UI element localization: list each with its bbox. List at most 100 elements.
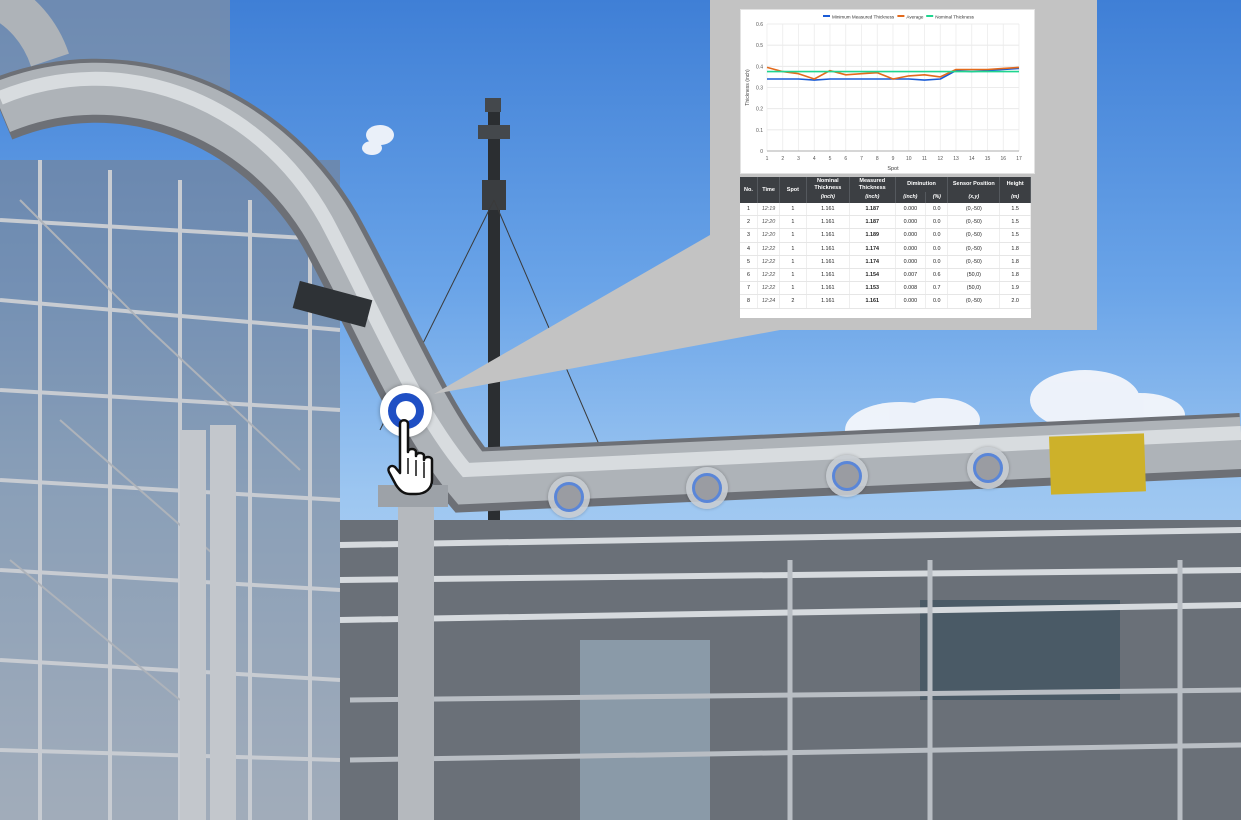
cell-time: 12:24 — [757, 294, 781, 309]
x-tick-label: 8 — [876, 156, 879, 162]
cell-measured: 1.161 — [849, 294, 896, 309]
cell-no: 8 — [740, 294, 758, 309]
measurement-table: No. Time Spot Nominal Thickness Measured… — [740, 177, 1031, 309]
sensor-marker[interactable] — [686, 467, 728, 509]
col-measured-thickness: Measured Thickness — [849, 177, 896, 192]
cell-position: (0,-50) — [947, 203, 1001, 217]
cell-spot: 2 — [779, 294, 807, 309]
unit-diminution-inch: (inch) — [895, 192, 927, 203]
table-header-row: No. Time Spot Nominal Thickness Measured… — [740, 177, 1031, 203]
cell-spot: 1 — [779, 255, 807, 269]
cell-dim-inch: 0.000 — [895, 228, 927, 243]
cell-dim-inch: 0.000 — [895, 203, 927, 217]
y-tick-label: 0.2 — [756, 107, 763, 113]
col-time: Time — [757, 177, 781, 203]
cell-no: 3 — [740, 228, 758, 243]
cell-dim-inch: 0.000 — [895, 242, 927, 256]
cell-time: 12:22 — [757, 281, 781, 296]
table-row: 7 12:22 1 1.161 1.153 0.008 0.7 (50,0) 1… — [740, 281, 1031, 296]
unit-sensor-position: (x,y) — [947, 192, 1001, 203]
cell-no: 1 — [740, 203, 758, 217]
cell-measured: 1.174 — [849, 242, 896, 256]
thickness-chart-card: 0 0.1 0.2 0.3 0.4 0.5 0.6 1 2 3 4 5 6 7 8 9 10 11 12 13 14 15… — [740, 9, 1035, 174]
sensor-marker[interactable] — [548, 476, 590, 518]
cell-dim-pct: 0.0 — [925, 203, 949, 217]
cell-measured: 1.153 — [849, 281, 896, 296]
sensor-marker[interactable] — [826, 455, 868, 497]
legend-label: Minimum Measured Thickness — [832, 15, 895, 20]
sensor-ring-icon — [692, 473, 722, 503]
x-tick-label: 10 — [906, 156, 912, 162]
cell-dim-pct: 0.7 — [925, 281, 949, 296]
cell-spot: 1 — [779, 228, 807, 243]
cell-nominal: 1.161 — [806, 215, 851, 230]
unit-height: (m) — [999, 192, 1031, 203]
cell-measured: 1.154 — [849, 268, 896, 283]
cell-height: 1.9 — [999, 281, 1031, 296]
cell-measured: 1.189 — [849, 228, 896, 243]
cell-no: 2 — [740, 215, 758, 230]
legend-swatch — [897, 15, 905, 17]
cell-no: 6 — [740, 268, 758, 283]
cell-position: (0,-50) — [947, 215, 1001, 230]
x-tick-label: 15 — [985, 156, 991, 162]
cell-height: 1.5 — [999, 215, 1031, 230]
cell-dim-inch: 0.007 — [895, 268, 927, 283]
y-tick-label: 0.3 — [756, 86, 763, 92]
sensor-ring-icon — [554, 482, 584, 512]
x-tick-label: 4 — [813, 156, 816, 162]
cell-spot: 1 — [779, 268, 807, 283]
cell-time: 12:20 — [757, 215, 781, 230]
cell-measured: 1.174 — [849, 255, 896, 269]
x-tick-label: 17 — [1016, 156, 1022, 162]
col-sensor-position: Sensor Position — [947, 177, 1001, 192]
cell-nominal: 1.161 — [806, 294, 851, 309]
cell-height: 1.5 — [999, 228, 1031, 243]
legend-label: Nominal Thickness — [935, 15, 974, 20]
table-row: 1 12:19 1 1.161 1.187 0.000 0.0 (0,-50) … — [740, 203, 1031, 217]
hand-pointer-icon — [387, 419, 434, 496]
y-tick-label: 0.4 — [756, 64, 763, 70]
col-no: No. — [740, 177, 758, 203]
unit-diminution-pct: (%) — [925, 192, 949, 203]
cell-time: 12:22 — [757, 255, 781, 269]
x-tick-label: 9 — [892, 156, 895, 162]
cell-dim-inch: 0.000 — [895, 255, 927, 269]
y-tick-label: 0.5 — [756, 43, 763, 49]
sensor-marker[interactable] — [967, 447, 1009, 489]
lower-plant — [339, 520, 1241, 820]
cell-height: 1.8 — [999, 268, 1031, 283]
cell-dim-pct: 0.0 — [925, 228, 949, 243]
cell-spot: 1 — [779, 203, 807, 217]
table-row: 6 12:22 1 1.161 1.154 0.007 0.6 (50,0) 1… — [740, 268, 1031, 283]
legend-swatch — [926, 15, 934, 17]
cell-dim-inch: 0.008 — [895, 281, 927, 296]
table-row: 4 12:22 1 1.161 1.174 0.000 0.0 (0,-50) … — [740, 242, 1031, 256]
legend-swatch — [823, 15, 830, 17]
cell-measured: 1.187 — [849, 203, 896, 217]
y-tick-label: 0.6 — [756, 22, 763, 28]
cell-no: 4 — [740, 242, 758, 256]
measurement-table-card: No. Time Spot Nominal Thickness Measured… — [740, 177, 1031, 318]
x-tick-label: 1 — [766, 156, 769, 162]
cell-spot: 1 — [779, 242, 807, 256]
cell-position: (50,0) — [947, 281, 1001, 296]
col-diminution: Diminution — [895, 177, 949, 192]
x-tick-label: 2 — [781, 156, 784, 162]
cell-height: 1.5 — [999, 203, 1031, 217]
cell-nominal: 1.161 — [806, 281, 851, 296]
x-axis-label: Spot — [887, 166, 899, 172]
cell-nominal: 1.161 — [806, 242, 851, 256]
table-row: 5 12:22 1 1.161 1.174 0.000 0.0 (0,-50) … — [740, 255, 1031, 269]
col-spot: Spot — [779, 177, 807, 203]
cell-nominal: 1.161 — [806, 255, 851, 269]
cell-height: 2.0 — [999, 294, 1031, 309]
cell-position: (50,0) — [947, 268, 1001, 283]
cell-dim-inch: 0.000 — [895, 294, 927, 309]
table-row: 8 12:24 2 1.161 1.161 0.000 0.0 (0,-50) … — [740, 294, 1031, 309]
x-tick-label: 14 — [969, 156, 975, 162]
cell-dim-inch: 0.000 — [895, 215, 927, 230]
x-tick-label: 16 — [1000, 156, 1006, 162]
sensor-ring-icon — [973, 453, 1003, 483]
x-tick-label: 5 — [829, 156, 832, 162]
